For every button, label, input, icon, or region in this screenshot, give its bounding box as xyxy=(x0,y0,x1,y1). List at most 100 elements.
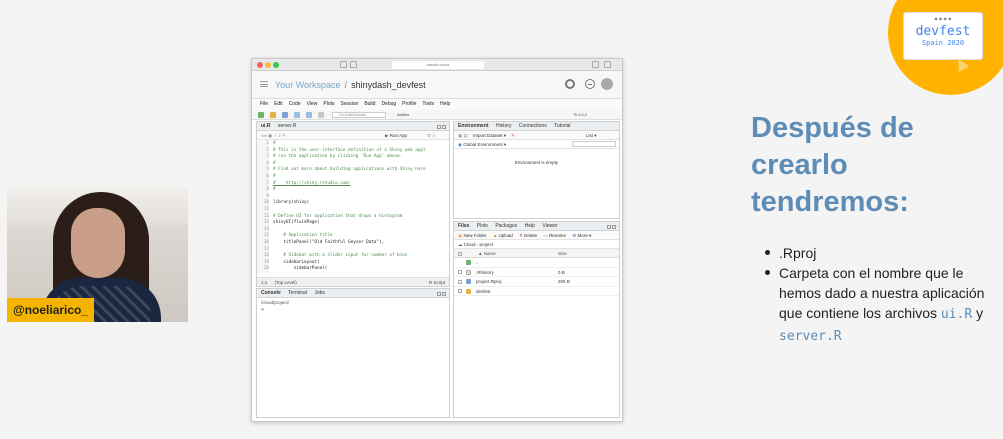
goto-file-input[interactable]: Go to file/function xyxy=(332,112,386,118)
hamburger-menu-icon[interactable] xyxy=(260,81,268,87)
tabs-icon[interactable] xyxy=(604,61,611,68)
menu-item-build[interactable]: Build xyxy=(364,101,375,107)
tab-files[interactable]: Files xyxy=(458,223,469,229)
menu-item-plots[interactable]: Plots xyxy=(323,101,334,107)
code-line[interactable]: 5 # Find out more about building applicat… xyxy=(257,167,449,174)
new-file-icon[interactable] xyxy=(258,112,264,118)
save-all-icon[interactable] xyxy=(306,112,312,118)
menu-item-view[interactable]: View xyxy=(307,101,318,107)
tab-viewer[interactable]: Viewer xyxy=(542,223,557,229)
addins-menu[interactable]: Addins xyxy=(397,111,409,119)
code-line[interactable]: 8 # xyxy=(257,187,449,194)
code-area[interactable]: 1 #2 # This is the user-interface definiti… xyxy=(257,141,449,277)
open-project-icon[interactable] xyxy=(270,112,276,118)
file-name[interactable]: .Rhistory xyxy=(476,268,494,278)
list-view-button[interactable]: List ▾ xyxy=(586,131,597,140)
menu-item-code[interactable]: Code xyxy=(289,101,301,107)
tab-jobs[interactable]: Jobs xyxy=(314,290,325,296)
environment-empty-message: Environment is empty xyxy=(514,160,559,165)
editor-nav-icons[interactable]: ◂ ▸ ▣ ✓ ⌕ ✎ xyxy=(261,133,286,138)
menu-item-tools[interactable]: Tools xyxy=(422,101,434,107)
maximize-window-icon[interactable] xyxy=(273,62,279,68)
tab-ui-r[interactable]: ui.R xyxy=(261,123,270,129)
tab-terminal[interactable]: Terminal xyxy=(288,290,307,296)
code-line[interactable]: 3 # run the application by clicking 'Run … xyxy=(257,154,449,161)
gear-icon[interactable] xyxy=(565,79,575,89)
project-name: shinydash_devfest xyxy=(351,80,426,90)
breadcrumb-project[interactable]: project xyxy=(480,242,494,247)
file-row-parent[interactable]: .. xyxy=(454,258,619,268)
save-icon[interactable] xyxy=(294,112,300,118)
code-line[interactable]: 10 library(shiny) xyxy=(257,200,449,207)
minus-circle-icon[interactable] xyxy=(585,79,595,89)
scope-indicator[interactable]: (Top Level) xyxy=(275,280,297,285)
print-icon[interactable] xyxy=(318,112,324,118)
tab-history[interactable]: History xyxy=(496,123,512,129)
file-name[interactable]: .. xyxy=(476,258,479,268)
share-icon[interactable] xyxy=(592,61,599,68)
code-line[interactable]: 20 sidebarPanel( xyxy=(257,266,449,273)
broom-icon[interactable]: ✎ xyxy=(511,133,515,138)
import-dataset-button[interactable]: Import Dataset ▾ xyxy=(473,133,506,138)
code-line[interactable]: 1 # xyxy=(257,141,449,148)
console-window-controls[interactable] xyxy=(436,291,446,296)
file-checkbox[interactable] xyxy=(458,279,462,284)
back-icon[interactable] xyxy=(350,61,357,68)
column-size-header[interactable]: Size xyxy=(558,249,567,258)
tab-plots[interactable]: Plots xyxy=(477,223,488,229)
file-checkbox[interactable] xyxy=(458,289,462,293)
sidebar-toggle-icon[interactable] xyxy=(340,61,347,68)
run-app-button[interactable]: ▶ Run App xyxy=(385,131,407,140)
column-name-header[interactable]: ▲ Name xyxy=(478,249,496,258)
publish-icon[interactable]: ⚙ ≡ xyxy=(427,131,435,140)
console-prompt[interactable]: > xyxy=(257,307,449,313)
tab-connections[interactable]: Connections xyxy=(519,123,547,129)
environment-search-input[interactable] xyxy=(572,141,616,147)
new-folder-button[interactable]: ▣ New Folder xyxy=(458,233,487,238)
code-line[interactable]: 6 # xyxy=(257,173,449,181)
tab-packages[interactable]: Packages xyxy=(495,223,517,229)
slide-title-line: crearlo xyxy=(751,149,848,181)
file-row[interactable]: project.Rproj 205 B xyxy=(454,277,619,287)
files-window-controls[interactable] xyxy=(606,224,616,229)
file-name[interactable]: project.Rproj xyxy=(476,277,502,287)
code-line[interactable]: 13 shinyUI(fluidPage( xyxy=(257,220,449,227)
code-line[interactable]: 15 # Application title xyxy=(257,233,449,240)
address-bar[interactable]: rstudio.cloud xyxy=(392,61,484,69)
more-button[interactable]: ⚙ More ▾ xyxy=(572,233,591,238)
delete-button[interactable]: ✕ Delete xyxy=(519,233,537,238)
menu-item-session[interactable]: Session xyxy=(341,101,359,107)
pane-window-controls[interactable] xyxy=(436,124,446,129)
tab-server-r[interactable]: server.R xyxy=(278,123,297,129)
file-name[interactable]: devfest xyxy=(476,287,491,297)
global-environment-select[interactable]: Global Environment xyxy=(463,142,503,147)
rename-button[interactable]: ▭ Rename xyxy=(543,233,566,238)
file-row[interactable]: .Rhistory 0 B xyxy=(454,268,619,278)
tab-tutorial[interactable]: Tutorial xyxy=(554,123,571,129)
select-all-checkbox[interactable] xyxy=(458,251,462,256)
menu-item-edit[interactable]: Edit xyxy=(274,101,283,107)
breadcrumb-workspace-link[interactable]: Your Workspace xyxy=(275,80,341,90)
tab-help[interactable]: Help xyxy=(525,223,535,229)
code-line[interactable]: 11 xyxy=(257,206,449,214)
tab-console[interactable]: Console xyxy=(261,290,281,296)
breadcrumb-cloud[interactable]: Cloud xyxy=(464,242,476,247)
tab-environment[interactable]: Environment xyxy=(458,123,489,129)
menu-item-debug[interactable]: Debug xyxy=(381,101,396,107)
code-line[interactable]: 16 titlePanel("Old Faithful Geyser Data"… xyxy=(257,239,449,247)
close-window-icon[interactable] xyxy=(257,62,263,68)
avatar[interactable] xyxy=(601,78,613,90)
upload-button[interactable]: ▲ Upload xyxy=(493,233,513,238)
file-checkbox[interactable] xyxy=(458,270,462,274)
menu-item-help[interactable]: Help xyxy=(440,101,450,107)
file-row[interactable]: devfest xyxy=(454,287,619,297)
files-tabs: Files Plots Packages Help Viewer xyxy=(454,222,619,231)
code-line[interactable]: 18 # Sidebar with a slider input for num… xyxy=(257,253,449,260)
menu-item-file[interactable]: File xyxy=(260,101,268,107)
code-line[interactable]: 7 # http://shiny.rstudio.com/ xyxy=(257,180,449,188)
open-file-icon[interactable] xyxy=(282,112,288,118)
menu-item-profile[interactable]: Profile xyxy=(402,101,416,107)
file-type-indicator[interactable]: R Script xyxy=(429,278,445,286)
minimize-window-icon[interactable] xyxy=(265,62,271,68)
load-save-icons[interactable]: ▣ ▤ xyxy=(458,133,468,138)
